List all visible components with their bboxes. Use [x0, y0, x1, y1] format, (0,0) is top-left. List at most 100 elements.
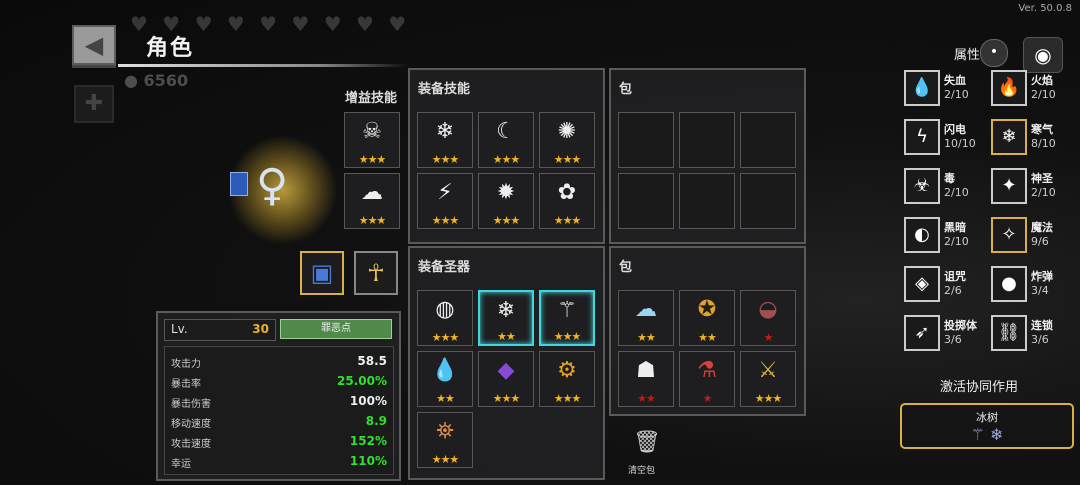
add-button[interactable]: ✚ — [74, 85, 114, 123]
star-rating: ★★★ — [358, 153, 387, 166]
star-rating: ★★★ — [553, 214, 582, 227]
stat-value: 152% — [349, 434, 387, 448]
water-drop-icon: 💧 — [431, 358, 459, 383]
synergy-icon[interactable]: ☣ — [904, 168, 940, 204]
synergy-icon[interactable]: ➶ — [904, 315, 940, 351]
weapon-slot[interactable]: ▣ — [300, 251, 344, 295]
synergy-name: 闪电 — [944, 123, 966, 136]
title-underline — [118, 64, 408, 67]
bag-relic-slot[interactable]: ☗ ★★ — [618, 351, 674, 407]
pet-slot[interactable]: ☥ — [354, 251, 398, 295]
synergy-count: 2/6 — [944, 284, 962, 297]
skull-icon: ☠ — [362, 119, 382, 144]
synergy-name: 失血 — [944, 74, 966, 87]
synergy-count: 2/10 — [1031, 88, 1056, 101]
sin-points-button[interactable]: 罪恶点 — [280, 319, 392, 339]
ice-cloud-icon: ☁ — [635, 297, 657, 322]
star-rating: ★★★ — [431, 214, 460, 227]
boost-skill-slot[interactable]: ☠ ★★★ — [344, 112, 400, 168]
bag-relic-slot[interactable]: ⚔ ★★★ — [740, 351, 796, 407]
synergy-icon[interactable]: ϟ — [904, 119, 940, 155]
active-synergy-name: 冰树 — [976, 411, 998, 424]
synergy-icon[interactable]: ✧ — [991, 217, 1027, 253]
coin-icon: ● — [124, 71, 138, 90]
synergy-count: 2/10 — [944, 186, 969, 199]
level-value: 30 — [252, 322, 269, 336]
synergy-count: 8/10 — [1031, 137, 1056, 150]
stat-list: 攻击力 58.5 暴击率 25.00% 暴击伤害 100% 移动速度 8.9 攻击速度 1… — [164, 346, 394, 475]
frost-wheel-icon: ❄ — [435, 119, 455, 144]
skill-slot[interactable]: ✿ ★★★ — [539, 173, 595, 229]
level-label: Lv. — [171, 322, 188, 336]
star-rating: ★★★ — [492, 214, 521, 227]
equipped-skills-panel: 装备技能 ❄ ★★★ ☾ ★★★ ✺ ★★★ ⚡ ★★★ ✹ ★★★ ✿ ★★★ — [408, 68, 605, 244]
star-rating: ★★★ — [754, 392, 783, 405]
page-title: 角色 — [146, 36, 195, 61]
empty-slot[interactable] — [618, 173, 674, 229]
synergy-icon[interactable]: 💧 — [904, 70, 940, 106]
trash-icon[interactable]: 🗑 — [633, 430, 661, 458]
bag-relic-slot[interactable]: ◒ ★ — [740, 290, 796, 346]
relic-slot[interactable]: 💧 ★★ — [417, 351, 473, 407]
star-rating: ★★★ — [553, 153, 582, 166]
stat-row: 攻击力 58.5 — [171, 354, 387, 370]
synergy-icon[interactable]: ⛓ — [991, 315, 1027, 351]
relic-slot[interactable]: ⛯ ★★★ — [417, 412, 473, 468]
relic-slot[interactable]: ⚙ ★★★ — [539, 351, 595, 407]
book-icon — [230, 172, 248, 196]
star-rating: ★★ — [497, 330, 516, 343]
relic-slot[interactable]: ◍ ★★★ — [417, 290, 473, 346]
character-sprite[interactable]: ♀ — [256, 160, 288, 211]
relic-slot[interactable]: ⚚ ★★★ — [539, 290, 595, 346]
stat-value: 100% — [349, 394, 387, 408]
skill-slot[interactable]: ☾ ★★★ — [478, 112, 534, 168]
relic-slot[interactable]: ◆ ★★★ — [478, 351, 534, 407]
synergy-icon[interactable]: ❄ — [991, 119, 1027, 155]
potion-icon: ⚗ — [697, 358, 717, 383]
synergy-icon[interactable]: ◈ — [904, 266, 940, 302]
target-button[interactable]: ◉ — [1023, 37, 1063, 73]
bag-relic-slot[interactable]: ✪ ★★ — [679, 290, 735, 346]
equipped-skills-title: 装备技能 — [418, 82, 471, 97]
synergy-name: 投掷体 — [944, 319, 977, 332]
active-synergy-card[interactable]: 冰树 ⚚ ❄ — [900, 403, 1074, 449]
coin-counter: ● 6560 — [124, 71, 188, 90]
star-rating: ★★ — [698, 331, 717, 344]
bag-relic-slot[interactable]: ⚗ ★ — [679, 351, 735, 407]
synergy-icon[interactable]: ◐ — [904, 217, 940, 253]
empty-slot[interactable] — [740, 112, 796, 168]
synergy-count: 9/6 — [1031, 235, 1049, 248]
synergy-name: 火焰 — [1031, 74, 1053, 87]
star-rating: ★ — [763, 331, 774, 344]
clear-bag-label: 清空包 — [628, 466, 656, 476]
ice-branch-icon: ⚚ — [557, 298, 577, 323]
burst-icon: ✹ — [496, 180, 516, 205]
lantern-icon: ⛯ — [436, 419, 454, 444]
empty-slot[interactable] — [618, 112, 674, 168]
equipped-relics-panel: 装备圣器 ◍ ★★★ ❄ ★★ ⚚ ★★★ 💧 ★★ ◆ ★★★ ⚙ ★★★ ⛯ ★★★ — [408, 246, 605, 480]
synergy-toggle-button[interactable]: • — [980, 39, 1008, 67]
empty-slot[interactable] — [679, 173, 735, 229]
synergy-icon[interactable]: 🔥 — [991, 70, 1027, 106]
skill-slot[interactable]: ✹ ★★★ — [478, 173, 534, 229]
empty-slot[interactable] — [740, 173, 796, 229]
relics-bag-panel: 包 ☁ ★★ ✪ ★★ ◒ ★ ☗ ★★ ⚗ ★ ⚔ ★★★ — [609, 246, 806, 416]
boost-skill-slot[interactable]: ☁ ★★★ — [344, 173, 400, 229]
stat-row: 暴击率 25.00% — [171, 374, 387, 390]
bag-relic-slot[interactable]: ☁ ★★ — [618, 290, 674, 346]
skills-bag-panel: 包 — [609, 68, 806, 244]
relic-slot[interactable]: ❄ ★★ — [478, 290, 534, 346]
synergy-icon[interactable]: ● — [991, 266, 1027, 302]
mermaid-icon: ☥ — [367, 259, 385, 287]
synergy-icon[interactable]: ✦ — [991, 168, 1027, 204]
stat-label: 暴击率 — [171, 379, 201, 390]
skill-slot[interactable]: ✺ ★★★ — [539, 112, 595, 168]
skill-slot[interactable]: ❄ ★★★ — [417, 112, 473, 168]
activate-synergy-title: 激活协同作用 — [940, 380, 1019, 395]
synergy-name: 连锁 — [1031, 319, 1053, 332]
boost-skills-title: 增益技能 — [345, 91, 398, 106]
equipped-relics-title: 装备圣器 — [418, 260, 471, 275]
back-button[interactable]: ◀ — [72, 25, 116, 65]
empty-slot[interactable] — [679, 112, 735, 168]
skill-slot[interactable]: ⚡ ★★★ — [417, 173, 473, 229]
